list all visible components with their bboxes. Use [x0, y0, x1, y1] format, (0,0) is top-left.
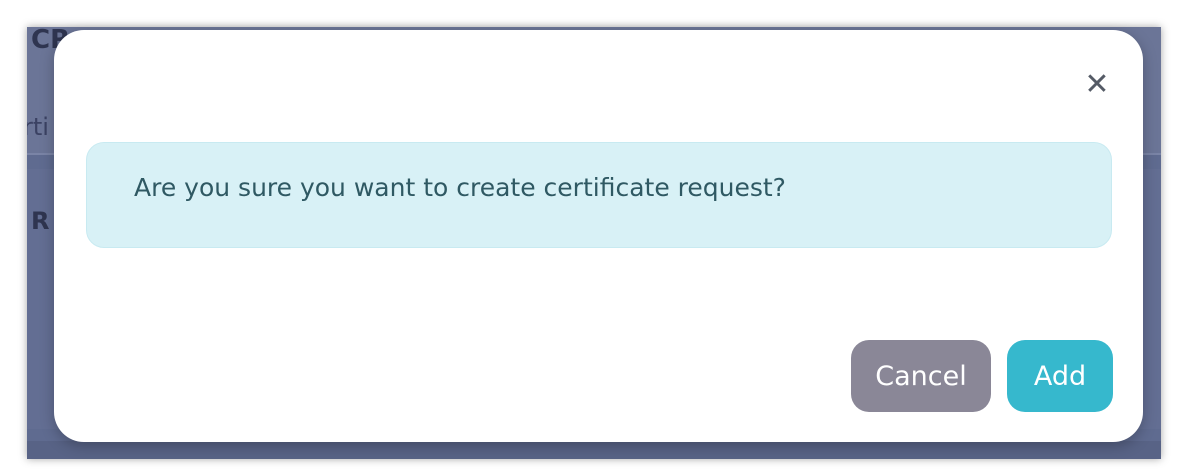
info-alert: Are you sure you want to create certific… [86, 142, 1112, 248]
add-button[interactable]: Add [1007, 340, 1113, 412]
screen: CR rti R ✕ Are you sure you want to crea… [0, 0, 1178, 474]
background-tab: rti [27, 113, 49, 141]
background-row-label: R [31, 207, 50, 235]
close-icon[interactable]: ✕ [1080, 68, 1114, 102]
confirm-message: Are you sure you want to create certific… [134, 173, 786, 202]
background-footer [27, 441, 1161, 459]
cancel-button[interactable]: Cancel [851, 340, 991, 412]
confirm-dialog: ✕ Are you sure you want to create certif… [54, 30, 1143, 442]
